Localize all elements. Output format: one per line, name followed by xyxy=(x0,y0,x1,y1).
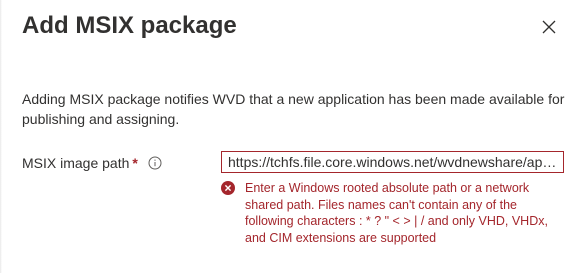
msix-image-path-label: MSIX image path xyxy=(22,155,130,171)
close-icon[interactable] xyxy=(542,20,556,34)
error-circle-icon xyxy=(221,181,235,195)
validation-error: Enter a Windows rooted absolute path or … xyxy=(221,180,561,246)
required-marker: * xyxy=(132,155,138,171)
add-msix-package-panel: Add MSIX package Adding MSIX package not… xyxy=(0,0,586,273)
info-icon[interactable] xyxy=(148,156,162,170)
page-title: Add MSIX package xyxy=(22,12,237,39)
error-message: Enter a Windows rooted absolute path or … xyxy=(245,181,548,245)
msix-image-path-label-row: MSIX image path * xyxy=(22,153,162,173)
info-button[interactable] xyxy=(148,156,162,170)
dialog-description: Adding MSIX package notifies WVD that a … xyxy=(22,91,565,127)
panel-left-edge xyxy=(0,0,2,273)
close-button[interactable] xyxy=(537,15,561,39)
msix-image-path-input[interactable] xyxy=(221,151,564,173)
